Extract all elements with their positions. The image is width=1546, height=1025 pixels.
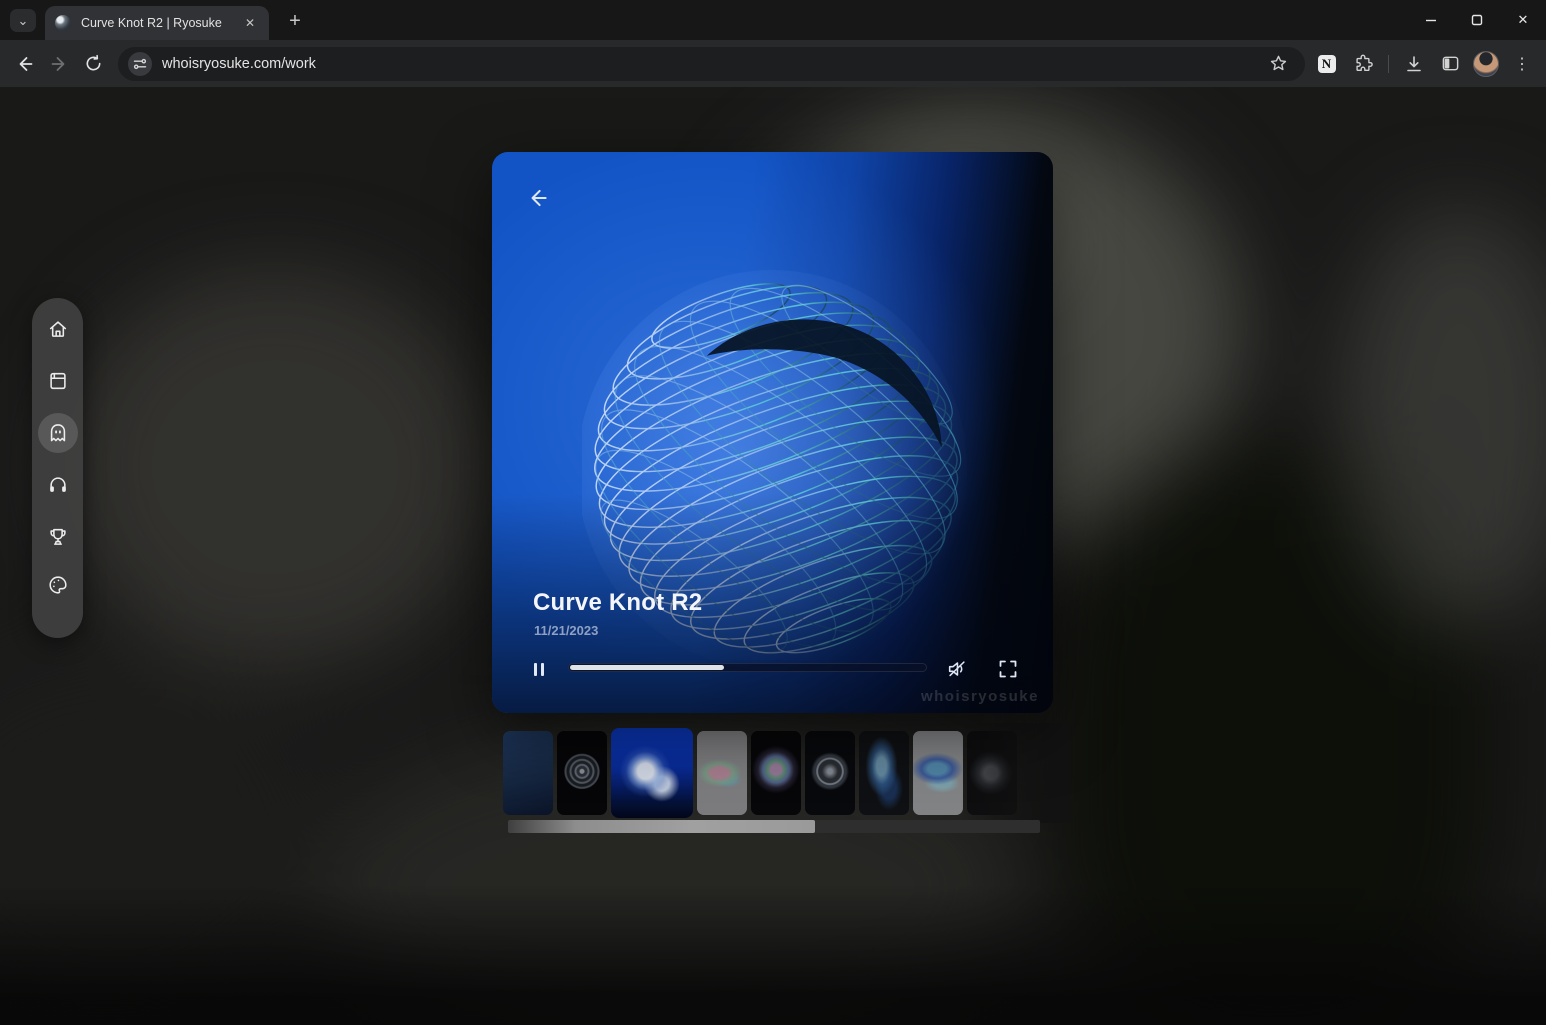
- thumbnail-blue-gradient[interactable]: [503, 731, 553, 815]
- sidebar-item-music[interactable]: [38, 465, 78, 505]
- page-content: Curve Knot R2 11/21/2023 whoisryosuke: [0, 87, 1546, 1025]
- thumbnail-scrollbar-thumb[interactable]: [508, 820, 815, 833]
- ghost-icon: [47, 422, 69, 444]
- book-icon: [47, 370, 69, 392]
- tab-title: Curve Knot R2 | Ryosuke: [81, 16, 241, 30]
- video-progress-bar[interactable]: [568, 663, 927, 672]
- lightbox-back-button[interactable]: [524, 184, 552, 212]
- sidebar-item-work[interactable]: [38, 413, 78, 453]
- thumbnail-blue-fluid[interactable]: [859, 731, 909, 815]
- tab-search-button[interactable]: ⌄: [10, 9, 36, 32]
- bookmark-button[interactable]: [1263, 48, 1295, 80]
- forward-arrow-icon: [49, 54, 69, 74]
- puzzle-icon: [1353, 54, 1373, 74]
- muted-speaker-icon: [946, 658, 968, 680]
- trophy-icon: [47, 526, 69, 548]
- home-icon: [47, 318, 69, 340]
- downloads-button[interactable]: [1398, 48, 1430, 80]
- extensions-button[interactable]: [1347, 48, 1379, 80]
- reload-icon: [84, 54, 103, 73]
- palette-icon: [47, 574, 69, 596]
- fullscreen-button[interactable]: [995, 656, 1021, 682]
- artwork-title: Curve Knot R2: [533, 589, 702, 617]
- fullscreen-icon: [998, 659, 1018, 679]
- reload-button[interactable]: [76, 47, 110, 81]
- mute-button[interactable]: [943, 655, 971, 683]
- kebab-menu-icon: ⋮: [1514, 54, 1530, 74]
- video-progress-fill: [570, 665, 724, 670]
- close-window-button[interactable]: ✕: [1500, 0, 1546, 40]
- browser-menu-button[interactable]: ⋮: [1506, 48, 1538, 80]
- close-icon: ✕: [1518, 12, 1529, 28]
- browser-window: ⌄ Curve Knot R2 | Ryosuke ✕ + ✕: [0, 0, 1546, 1025]
- forward-button[interactable]: [42, 47, 76, 81]
- sidebar-item-home[interactable]: [38, 309, 78, 349]
- active-tab[interactable]: Curve Knot R2 | Ryosuke ✕: [45, 6, 269, 40]
- site-info-button[interactable]: [128, 52, 152, 76]
- thumbnail-wireframe-sphere[interactable]: [557, 731, 607, 815]
- download-icon: [1404, 54, 1424, 74]
- floating-sidebar: [32, 298, 83, 638]
- thumbnail-dotted-sphere[interactable]: [805, 731, 855, 815]
- headphones-icon: [47, 474, 69, 496]
- artwork-date: 11/21/2023: [534, 623, 598, 638]
- notion-extension-button[interactable]: N: [1311, 48, 1343, 80]
- profile-avatar: [1473, 51, 1499, 77]
- pause-button[interactable]: [530, 660, 548, 678]
- side-panel-icon: [1441, 54, 1460, 73]
- notion-icon: N: [1318, 55, 1336, 73]
- thumbnail-scrollbar-track[interactable]: [508, 820, 1040, 833]
- thumbnail-iridescent-flower[interactable]: [751, 731, 801, 815]
- plus-icon: +: [289, 10, 301, 33]
- video-controls: [492, 655, 1053, 685]
- browser-toolbar: whoisryosuke.com/work N ⋮: [0, 40, 1546, 87]
- back-button[interactable]: [8, 47, 42, 81]
- site-favicon-icon: [55, 15, 71, 31]
- side-panel-button[interactable]: [1434, 48, 1466, 80]
- back-arrow-icon: [15, 54, 35, 74]
- window-controls: ✕: [1408, 0, 1546, 40]
- thumbnail-holographic-pastel[interactable]: [697, 731, 747, 815]
- thumbnail-strip-fade: [960, 723, 1070, 823]
- sidebar-item-writing[interactable]: [38, 361, 78, 401]
- chevron-down-icon: ⌄: [18, 13, 29, 29]
- toolbar-divider: [1388, 55, 1390, 73]
- toolbar-extensions: N ⋮: [1311, 48, 1539, 80]
- address-bar[interactable]: whoisryosuke.com/work: [118, 47, 1305, 81]
- new-tab-button[interactable]: +: [282, 8, 308, 34]
- thumbnail-iridescent-shards[interactable]: [913, 731, 963, 815]
- back-arrow-icon: [525, 185, 551, 211]
- thumbnail-curve-knot-active[interactable]: [611, 728, 693, 818]
- star-icon: [1269, 54, 1288, 73]
- sidebar-item-achievements[interactable]: [38, 517, 78, 557]
- site-settings-icon: [133, 57, 147, 71]
- watermark-text: whoisryosuke: [921, 688, 1039, 705]
- maximize-button[interactable]: [1454, 0, 1500, 40]
- tab-bar: ⌄ Curve Knot R2 | Ryosuke ✕ + ✕: [0, 0, 1546, 40]
- tab-close-icon[interactable]: ✕: [241, 14, 259, 32]
- artwork-lightbox: Curve Knot R2 11/21/2023 whoisryosuke: [492, 152, 1053, 713]
- artwork-thumbnail-strip: [503, 728, 1017, 818]
- sidebar-item-theme[interactable]: [38, 565, 78, 605]
- profile-button[interactable]: [1470, 48, 1502, 80]
- url-text[interactable]: whoisryosuke.com/work: [162, 56, 1263, 72]
- minimize-button[interactable]: [1408, 0, 1454, 40]
